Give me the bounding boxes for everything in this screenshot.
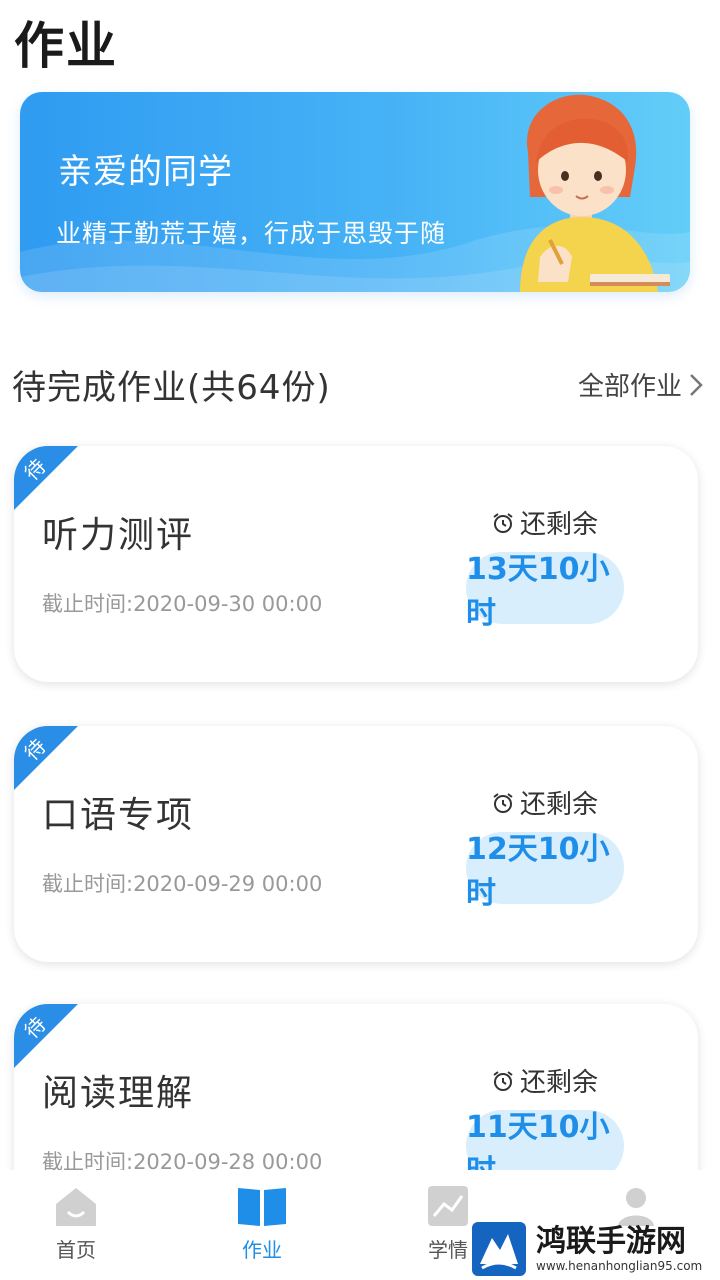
remaining-label: 还剩余 — [520, 1068, 599, 1098]
home-icon — [56, 1188, 96, 1226]
homework-name: 口语专项 — [42, 795, 195, 836]
remaining-time-badge: 12天10小时 — [466, 832, 624, 911]
alarm-clock-icon — [493, 792, 513, 813]
pending-homework-title: 待完成作业(共64份) — [12, 368, 331, 408]
chart-icon — [428, 1186, 468, 1226]
pending-tag-corner — [14, 446, 78, 510]
homework-deadline: 截止时间:2020-09-29 00:00 — [42, 872, 323, 896]
chevron-right-icon — [690, 373, 703, 396]
pending-tag-corner — [14, 1004, 78, 1068]
homework-name: 阅读理解 — [42, 1073, 195, 1114]
homework-card[interactable]: 待 口语专项 截止时间:2020-09-29 00:00 还剩余 12天10小时 — [14, 726, 698, 962]
motto-banner[interactable]: 亲爱的同学 业精于勤荒于嬉，行成于思毁于随 — [20, 92, 690, 292]
banner-title: 亲爱的同学 — [58, 152, 233, 192]
remaining-label-group: 还剩余 — [492, 784, 598, 821]
watermark-title: 鸿联手游网 — [536, 1224, 686, 1259]
remaining-label: 还剩余 — [520, 510, 599, 540]
all-homework-link[interactable]: 全部作业 — [578, 366, 704, 403]
homework-deadline: 截止时间:2020-09-30 00:00 — [42, 592, 323, 616]
remaining-label-group: 还剩余 — [492, 504, 598, 541]
homework-name: 听力测评 — [42, 515, 195, 556]
tab-label: 作业 — [242, 1238, 282, 1262]
remaining-time-badge: 13天10小时 — [466, 552, 624, 631]
tab-homework[interactable]: 作业 — [212, 1184, 312, 1263]
watermark-logo-icon — [472, 1222, 526, 1276]
alarm-clock-icon — [493, 1070, 513, 1091]
site-watermark: 鸿联手游网 www.henanhonglian95.com — [470, 1218, 720, 1280]
remaining-label: 还剩余 — [520, 790, 599, 820]
tab-label: 首页 — [56, 1238, 96, 1262]
student-illustration — [520, 94, 670, 292]
pending-tag-corner — [14, 726, 78, 790]
book-icon — [238, 1188, 286, 1226]
page-title: 作业 — [14, 17, 118, 75]
tab-label: 学情 — [428, 1238, 468, 1262]
remaining-label-group: 还剩余 — [492, 1062, 598, 1099]
alarm-clock-icon — [493, 512, 513, 533]
homework-card[interactable]: 待 听力测评 截止时间:2020-09-30 00:00 还剩余 13天10小时 — [14, 446, 698, 682]
banner-subtitle: 业精于勤荒于嬉，行成于思毁于随 — [56, 219, 447, 248]
all-homework-label: 全部作业 — [577, 372, 682, 402]
tab-home[interactable]: 首页 — [26, 1184, 126, 1263]
watermark-url: www.henanhonglian95.com — [536, 1259, 703, 1273]
